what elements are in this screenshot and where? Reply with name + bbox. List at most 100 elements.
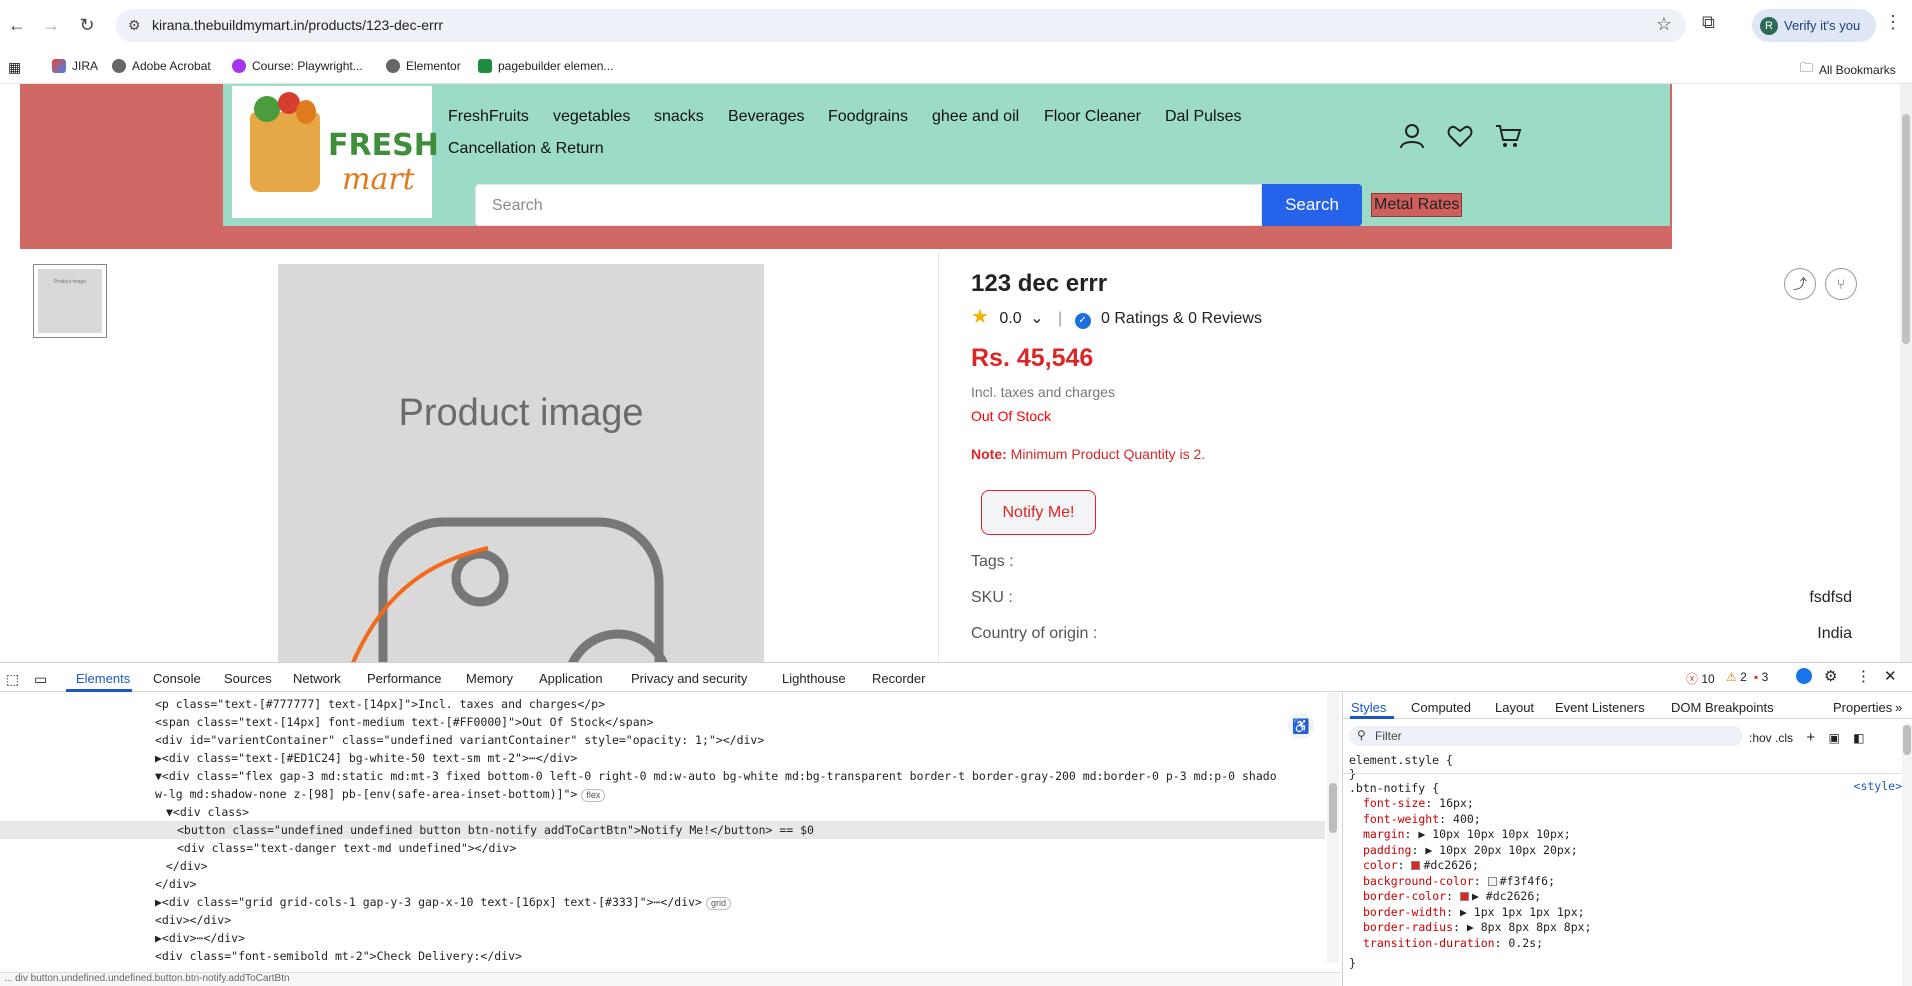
dom-node-line[interactable]: w-lg md:shadow-none z-[98] pb-[env(safe-… — [0, 785, 606, 803]
tab-sources[interactable]: Sources — [224, 671, 272, 686]
dom-node-line[interactable]: </div> — [0, 875, 197, 893]
dom-scrollbar[interactable] — [1327, 693, 1339, 963]
css-property[interactable]: font-weight — [1363, 812, 1439, 826]
css-value[interactable]: ▶ 10px 10px 10px 10px; — [1418, 827, 1570, 841]
css-value[interactable]: ▶ 10px 20px 10px 20px; — [1425, 843, 1577, 857]
dom-scrollbar-thumb[interactable] — [1329, 783, 1337, 833]
search-button[interactable]: Search — [1262, 184, 1362, 226]
dom-node-line[interactable]: ▶<div class="text-[#ED1C24] bg-white-50 … — [0, 749, 577, 767]
back-icon[interactable]: ← — [6, 14, 28, 36]
tab-elements[interactable]: Elements — [76, 671, 130, 686]
dom-node-line[interactable]: ▶<div class="grid grid-cols-1 gap-y-3 ga… — [0, 893, 731, 911]
css-property[interactable]: font-size — [1363, 796, 1425, 810]
css-declaration[interactable]: transition-duration: 0.2s; — [1363, 936, 1543, 950]
browser-menu-icon[interactable]: ⋮ — [1884, 12, 1902, 33]
tab-dom-breakpoints[interactable]: DOM Breakpoints — [1671, 700, 1774, 715]
dom-node-line[interactable]: <button class="undefined undefined butto… — [0, 821, 1325, 839]
reload-icon[interactable]: ↻ — [76, 14, 98, 36]
tab-memory[interactable]: Memory — [466, 671, 513, 686]
css-declaration[interactable]: border-color: ▶ #dc2626; — [1363, 889, 1541, 903]
site-info-icon[interactable]: ⚙ — [128, 17, 141, 34]
tab-application[interactable]: Application — [539, 671, 603, 686]
css-property[interactable]: background-color — [1363, 874, 1474, 888]
styles-filter-input[interactable]: ⚲ Filter — [1349, 726, 1743, 746]
settings-gear-icon[interactable]: ⚙ — [1824, 667, 1837, 685]
css-declaration[interactable]: font-weight: 400; — [1363, 812, 1481, 826]
css-declaration[interactable]: border-width: ▶ 1px 1px 1px 1px; — [1363, 905, 1585, 919]
css-value[interactable]: #f3f4f6; — [1500, 874, 1555, 888]
css-value[interactable]: 16px; — [1439, 796, 1474, 810]
dom-node-line[interactable]: <div></div> — [0, 911, 231, 929]
bookmark-pagebuilder[interactable]: pagebuilder elemen... — [478, 59, 613, 73]
reviews-count[interactable]: 0 Ratings & 0 Reviews — [1101, 310, 1262, 327]
color-swatch[interactable] — [1487, 876, 1497, 886]
tab-performance[interactable]: Performance — [367, 671, 441, 686]
color-swatch[interactable] — [1411, 861, 1421, 870]
compare-icon[interactable]: ⑂ — [1825, 268, 1857, 300]
dom-node-line[interactable]: <div id="varientContainer" class="undefi… — [0, 731, 764, 749]
tab-recorder[interactable]: Recorder — [872, 671, 925, 686]
bookmark-jira[interactable]: JIRA — [52, 59, 98, 73]
chevron-down-icon[interactable]: ⌄ — [1030, 310, 1043, 327]
grid-badge[interactable]: grid — [705, 897, 731, 910]
nav-freshfruits[interactable]: FreshFruits — [448, 108, 529, 126]
devtools-menu-icon[interactable]: ⋮ — [1856, 667, 1871, 685]
hov-cls-toggles[interactable]: :hov .cls — [1749, 731, 1793, 745]
tab-lighthouse[interactable]: Lighthouse — [782, 671, 846, 686]
nav-cancellation[interactable]: Cancellation & Return — [448, 140, 604, 158]
cart-icon[interactable] — [1494, 122, 1522, 150]
tab-properties[interactable]: Properties — [1833, 700, 1892, 715]
tab-console[interactable]: Console — [153, 671, 201, 686]
filter-options[interactable]: :hov .cls + ▣ ◧ — [1749, 729, 1865, 746]
css-property[interactable]: transition-duration — [1363, 936, 1495, 950]
dom-node-line[interactable]: <span class="text-[14px] font-medium tex… — [0, 713, 654, 731]
nav-floor-cleaner[interactable]: Floor Cleaner — [1044, 108, 1141, 126]
issue-count[interactable]: ▪ 3 — [1754, 670, 1768, 684]
error-count[interactable]: ⓧ 10 — [1686, 670, 1715, 687]
device-toggle-icon[interactable]: ▭ — [34, 671, 47, 688]
btn-notify-selector[interactable]: .btn-notify { — [1349, 781, 1439, 795]
dom-node-line[interactable]: ▼<div class> — [0, 803, 249, 821]
css-property[interactable]: border-width — [1363, 905, 1446, 919]
nav-foodgrains[interactable]: Foodgrains — [828, 108, 908, 126]
warning-count[interactable]: ⚠ 2 — [1726, 670, 1747, 684]
address-bar[interactable]: ⚙ kirana.thebuildmymart.in/products/123-… — [116, 9, 1686, 42]
bookmark-course[interactable]: Course: Playwright... — [232, 59, 363, 73]
all-bookmarks[interactable]: 🗀 All Bookmarks — [1800, 59, 1896, 81]
css-declaration[interactable]: border-radius: ▶ 8px 8px 8px 8px; — [1363, 920, 1592, 934]
close-devtools-icon[interactable]: ✕ — [1884, 667, 1897, 685]
dom-breadcrumb[interactable]: ... div button.undefined.undefined.butto… — [0, 972, 1340, 986]
notify-me-button[interactable]: Notify Me! — [981, 490, 1096, 535]
tab-event-listeners[interactable]: Event Listeners — [1555, 700, 1645, 715]
site-logo[interactable]: FRESH mart — [232, 86, 439, 218]
bookmark-elementor[interactable]: Elementor — [386, 59, 461, 73]
product-thumbnail[interactable]: Product image — [33, 264, 107, 338]
color-swatch[interactable] — [1459, 892, 1469, 901]
dom-node-line[interactable]: <div class="font-semibold mt-2">Check De… — [0, 947, 522, 965]
tab-computed[interactable]: Computed — [1411, 700, 1471, 715]
bookmark-star-icon[interactable]: ☆ — [1656, 14, 1672, 35]
tab-layout[interactable]: Layout — [1495, 700, 1534, 715]
dom-node-line[interactable]: ▶<div>⋯</div> — [0, 929, 245, 947]
share-icon[interactable]: ⤴ — [1784, 268, 1816, 300]
style-source-link[interactable]: <style> — [1854, 779, 1902, 793]
accessibility-icon[interactable]: ♿ — [1288, 713, 1314, 739]
styles-scrollbar-thumb[interactable] — [1903, 725, 1911, 755]
nav-dal-pulses[interactable]: Dal Pulses — [1165, 108, 1241, 126]
tab-privacy[interactable]: Privacy and security — [631, 671, 747, 686]
paint-icon[interactable]: ▣ — [1828, 731, 1839, 745]
apps-icon[interactable]: ▦ — [8, 59, 21, 76]
nav-vegetables[interactable]: vegetables — [553, 108, 630, 126]
element-style-rule[interactable]: element.style { — [1349, 753, 1453, 767]
css-value[interactable]: ▶ 1px 1px 1px 1px; — [1460, 905, 1585, 919]
flex-badge[interactable]: flex — [581, 789, 606, 802]
styles-scrollbar[interactable] — [1902, 723, 1912, 986]
inspect-icon[interactable]: ⬚ — [6, 671, 19, 688]
ai-assist-icon[interactable] — [1796, 668, 1812, 684]
css-value[interactable]: 0.2s; — [1508, 936, 1543, 950]
user-icon[interactable] — [1398, 122, 1426, 150]
css-property[interactable]: color — [1363, 858, 1398, 872]
dom-node-line[interactable]: </div> — [0, 857, 208, 875]
css-property[interactable]: border-radius — [1363, 920, 1453, 934]
add-rule-icon[interactable]: + — [1806, 729, 1815, 746]
